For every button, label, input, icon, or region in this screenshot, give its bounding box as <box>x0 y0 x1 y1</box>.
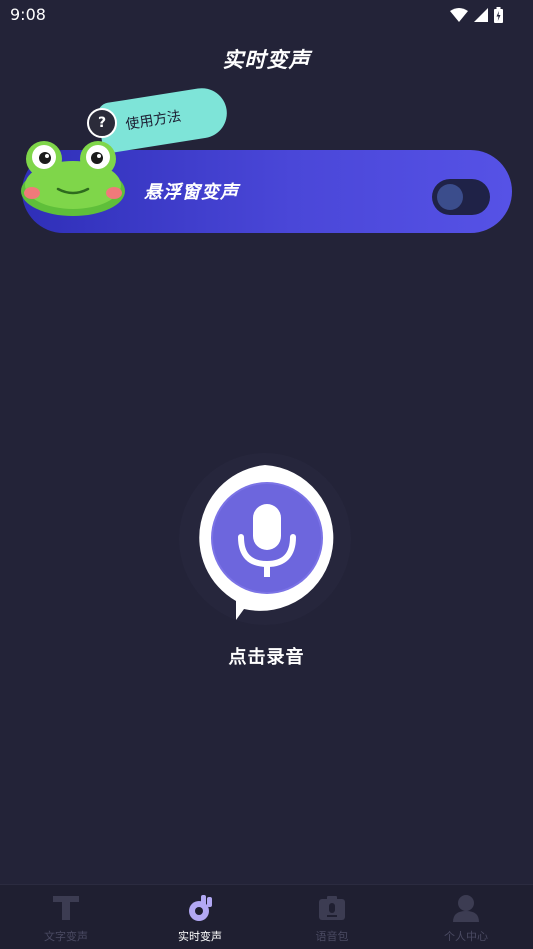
status-icons <box>450 6 503 24</box>
nav-item-profile[interactable]: 个人中心 <box>406 885 526 949</box>
wifi-icon <box>450 8 468 22</box>
nav-label: 个人中心 <box>444 930 488 943</box>
signal-icon <box>474 8 488 22</box>
bottom-nav: 文字变声 实时变声 语音包 个人中心 <box>0 884 533 949</box>
record-label: 点击录音 <box>228 647 305 668</box>
toggle-knob <box>437 184 463 210</box>
usage-help-label: 使用方法 <box>124 108 183 134</box>
frog-mascot-icon <box>21 141 125 216</box>
nav-label: 文字变声 <box>44 930 88 943</box>
floating-window-toggle[interactable] <box>432 179 490 215</box>
question-icon[interactable]: ? <box>87 108 117 138</box>
status-bar: 9:08 <box>0 0 533 30</box>
status-time: 9:08 <box>10 5 46 24</box>
text-t-icon <box>53 896 79 920</box>
nav-item-realtime-voice[interactable]: 实时变声 <box>140 885 260 949</box>
nav-item-voice-pack[interactable]: 语音包 <box>272 885 392 949</box>
battery-icon <box>494 7 503 23</box>
record-button[interactable] <box>178 452 353 627</box>
floating-window-label: 悬浮窗变声 <box>144 182 239 203</box>
nav-label: 语音包 <box>315 930 349 943</box>
realtime-voice-icon <box>189 895 212 921</box>
voice-pack-icon <box>319 896 345 920</box>
nav-label: 实时变声 <box>178 930 222 943</box>
page-title: 实时变声 <box>222 48 311 72</box>
nav-item-text-voice[interactable]: 文字变声 <box>6 885 126 949</box>
user-icon <box>453 895 479 922</box>
